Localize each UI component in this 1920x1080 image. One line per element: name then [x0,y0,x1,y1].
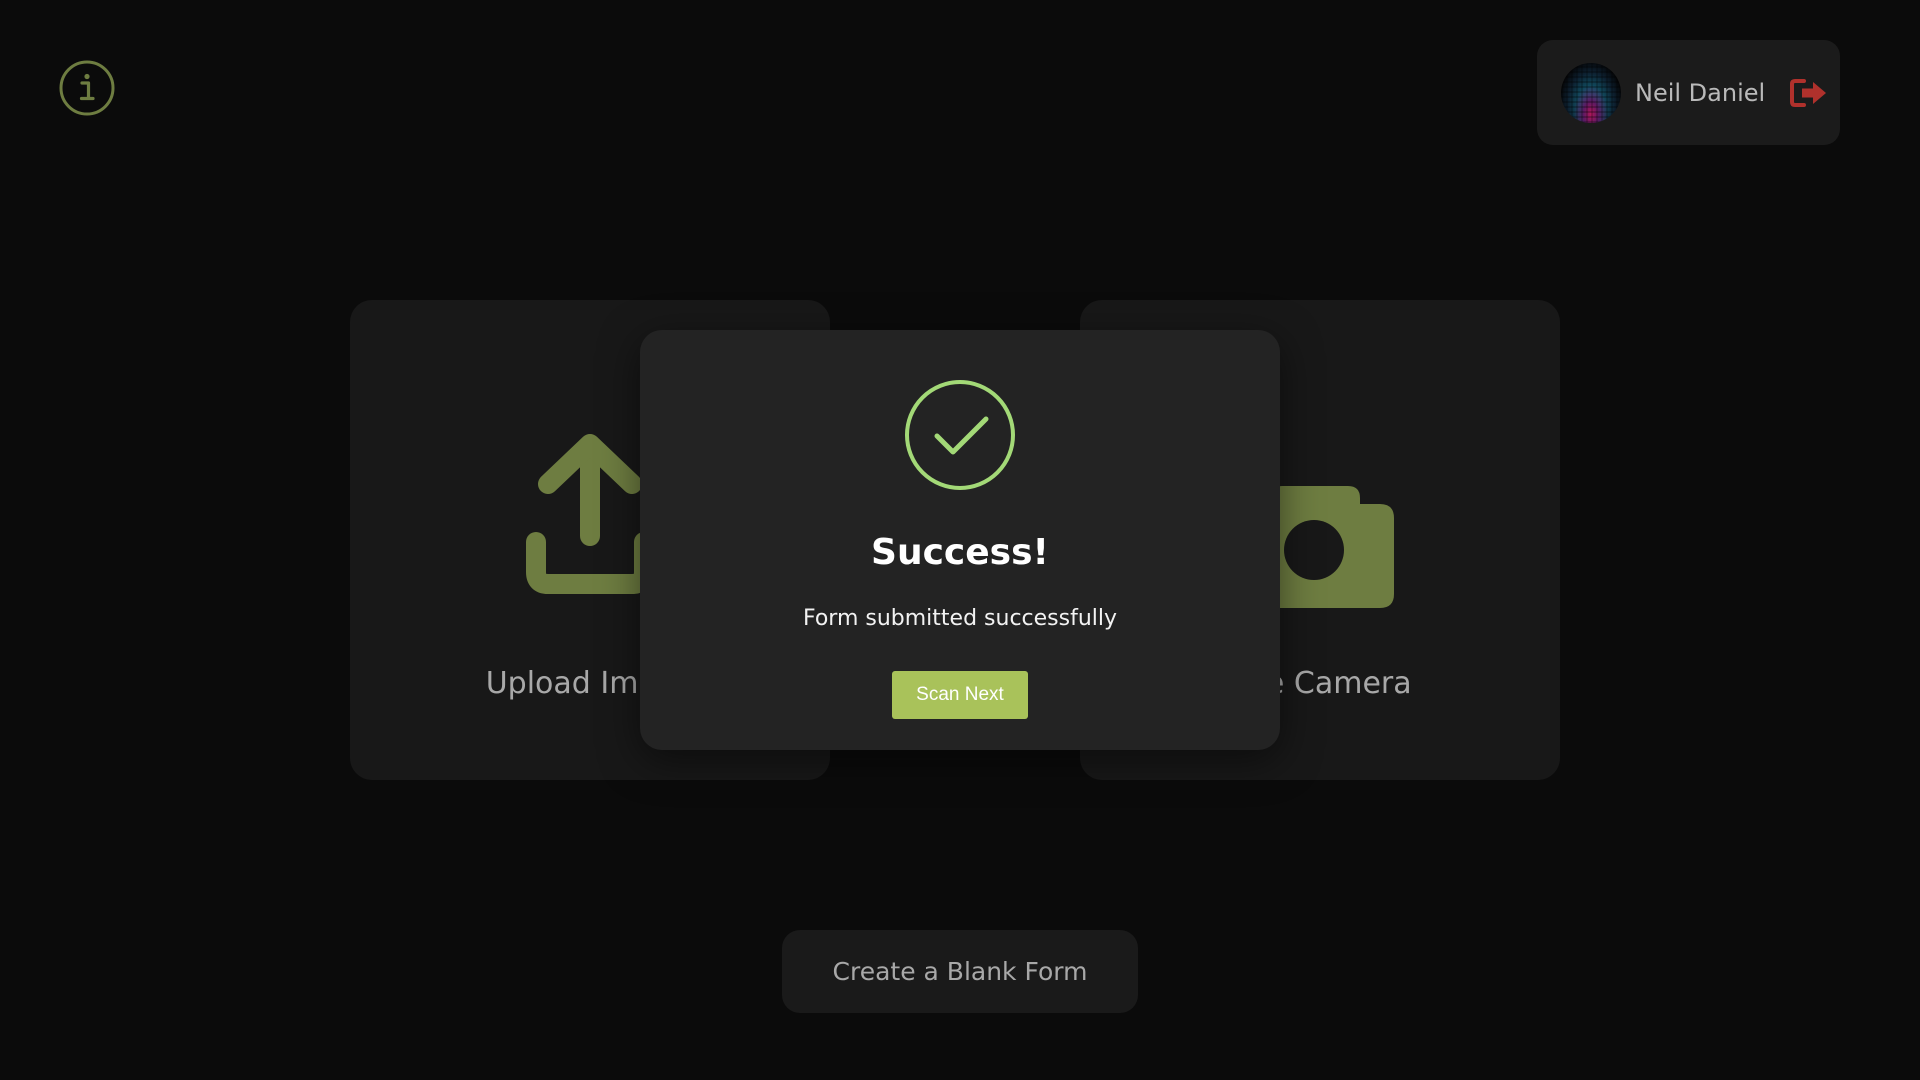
avatar[interactable] [1561,62,1621,123]
user-name: Neil Daniel [1635,78,1766,107]
logout-icon [1790,78,1827,107]
scan-next-button[interactable]: Scan Next [892,671,1028,719]
success-modal: Success! Form submitted successfully Sca… [640,330,1280,750]
modal-title: Success! [871,532,1049,573]
upload-icon [526,432,654,598]
logout-button[interactable] [1789,76,1829,110]
page: Neil Daniel Upload Image Use Camera Crea… [0,0,1920,1080]
user-panel: Neil Daniel [1537,40,1840,145]
check-circle-icon [904,379,1016,491]
info-button[interactable] [59,60,115,116]
modal-message: Form submitted successfully [802,606,1118,631]
create-blank-form-button[interactable]: Create a Blank Form [782,930,1138,1013]
info-circle-icon [59,60,115,116]
